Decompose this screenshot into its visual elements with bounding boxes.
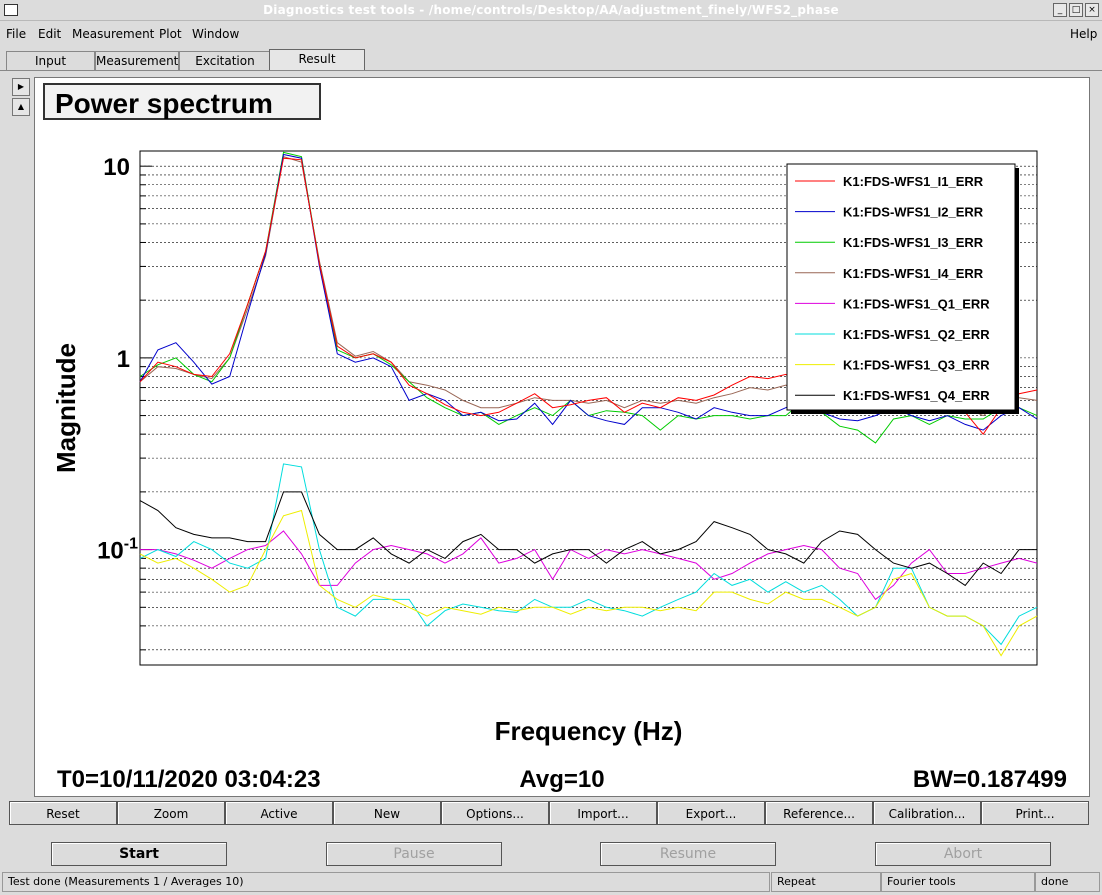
close-icon[interactable]: × <box>1085 3 1099 17</box>
y-tick-label: 1 <box>117 346 130 373</box>
x-axis-label: Frequency (Hz) <box>495 716 683 746</box>
legend-entry: K1:FDS-WFS1_Q1_ERR <box>843 296 990 311</box>
plot-button-import[interactable]: Import... <box>549 801 657 825</box>
plot-button-new[interactable]: New <box>333 801 441 825</box>
t0-label: T0=10/11/2020 03:04:23 <box>57 766 321 793</box>
y-axis-label: Magnitude <box>51 343 81 473</box>
tab-divider <box>0 70 1102 71</box>
status-message: Test done (Measurements 1 / Averages 10) <box>2 872 770 892</box>
menu-file[interactable]: File <box>6 27 26 41</box>
y-tick-label: 10-1 <box>97 536 138 565</box>
tab-input[interactable]: Input <box>6 51 95 71</box>
start-button[interactable]: Start <box>51 842 227 866</box>
menu-bar: File Edit Measurement Plot Window Help <box>0 22 1102 44</box>
avg-label: Avg=10 <box>519 766 604 793</box>
minimize-icon[interactable]: _ <box>1053 3 1067 17</box>
menu-help[interactable]: Help <box>1070 27 1097 41</box>
legend-entry: K1:FDS-WFS1_I4_ERR <box>843 266 984 281</box>
maximize-icon[interactable]: □ <box>1069 3 1083 17</box>
legend-entry: K1:FDS-WFS1_I1_ERR <box>843 174 984 189</box>
plot-button-active[interactable]: Active <box>225 801 333 825</box>
legend-entry: K1:FDS-WFS1_I2_ERR <box>843 205 984 220</box>
plot-button-options[interactable]: Options... <box>441 801 549 825</box>
expand-right-icon[interactable]: ▶ <box>12 78 30 96</box>
plot-button-calibration[interactable]: Calibration... <box>873 801 981 825</box>
legend-entry: K1:FDS-WFS1_Q4_ERR <box>843 388 990 403</box>
plot-button-export[interactable]: Export... <box>657 801 765 825</box>
pause-button[interactable]: Pause <box>326 842 502 866</box>
abort-button[interactable]: Abort <box>875 842 1051 866</box>
plot-button-reset[interactable]: Reset <box>9 801 117 825</box>
legend <box>786 163 1016 411</box>
menu-measurement[interactable]: Measurement <box>72 27 154 41</box>
resume-button[interactable]: Resume <box>600 842 776 866</box>
plot-button-print[interactable]: Print... <box>981 801 1089 825</box>
bw-label: BW=0.187499 <box>913 766 1067 793</box>
window-titlebar[interactable]: Diagnostics test tools - /home/controls/… <box>0 0 1102 21</box>
plot-panel[interactable]: Power spectrum 10 1 10-1 Magnitude Frequency… <box>34 77 1090 797</box>
status-mode: Repeat <box>771 872 881 892</box>
tab-measurement[interactable]: Measurement <box>95 51 179 71</box>
status-state: done <box>1035 872 1100 892</box>
plot-button-zoom[interactable]: Zoom <box>117 801 225 825</box>
legend-entry: K1:FDS-WFS1_Q2_ERR <box>843 327 990 342</box>
collapse-up-icon[interactable]: ▲ <box>12 98 30 116</box>
menu-edit[interactable]: Edit <box>38 27 61 41</box>
legend-entry: K1:FDS-WFS1_Q3_ERR <box>843 358 990 373</box>
menu-plot[interactable]: Plot <box>159 27 182 41</box>
plot-button-reference[interactable]: Reference... <box>765 801 873 825</box>
legend-entry: K1:FDS-WFS1_I3_ERR <box>843 235 984 250</box>
status-tool: Fourier tools <box>881 872 1035 892</box>
y-tick-label: 10 <box>103 154 130 181</box>
window-title: Diagnostics test tools - /home/controls/… <box>263 3 839 17</box>
power-spectrum-chart[interactable]: 10 1 10-1 Magnitude Frequency (Hz) K1:FDS-WFS… <box>35 78 1089 796</box>
menu-window[interactable]: Window <box>192 27 239 41</box>
status-bar: Test done (Measurements 1 / Averages 10)… <box>0 872 1102 895</box>
tab-result[interactable]: Result <box>269 49 365 71</box>
tab-excitation[interactable]: Excitation <box>179 51 271 71</box>
